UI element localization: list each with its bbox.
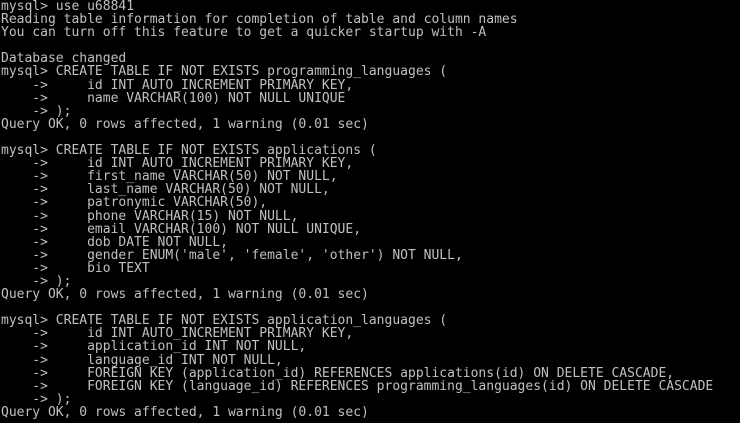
terminal-line: You can turn off this feature to get a q… <box>1 25 487 41</box>
terminal-window[interactable]: mysql> use u68841 Reading table informati… <box>0 0 740 423</box>
terminal-line: -> language_id INT NOT NULL, <box>1 352 283 368</box>
terminal-line: -> id INT AUTO_INCREMENT PRIMARY KEY, <box>1 77 354 93</box>
terminal-line: -> ); <box>1 391 72 407</box>
terminal-line: -> phone VARCHAR(15) NOT NULL, <box>1 208 299 224</box>
terminal-line: -> application_id INT NOT NULL, <box>1 339 307 355</box>
terminal-line: -> bio TEXT <box>1 260 150 276</box>
terminal-line: Query OK, 0 rows affected, 1 warning (0.… <box>1 116 369 132</box>
terminal-line: -> FOREIGN KEY (application_id) REFERENC… <box>1 365 675 381</box>
terminal-line: -> ); <box>1 103 72 119</box>
terminal-line: -> email VARCHAR(100) NOT NULL UNIQUE, <box>1 221 362 237</box>
terminal-line: -> gender ENUM('male', 'female', 'other'… <box>1 247 463 263</box>
terminal-output: mysql> use u68841 Reading table informati… <box>0 0 740 419</box>
terminal-line: mysql> CREATE TABLE IF NOT EXISTS progra… <box>1 64 448 80</box>
terminal-line: -> patronymic VARCHAR(50), <box>1 195 268 211</box>
terminal-line: -> dob DATE NOT NULL, <box>1 234 228 250</box>
terminal-line: -> FOREIGN KEY (language_id) REFERENCES … <box>1 378 714 394</box>
terminal-line: Query OK, 0 rows affected, 1 warning (0.… <box>1 404 369 420</box>
terminal-line: -> name VARCHAR(100) NOT NULL UNIQUE <box>1 90 346 106</box>
terminal-line: Query OK, 0 rows affected, 1 warning (0.… <box>1 287 369 303</box>
